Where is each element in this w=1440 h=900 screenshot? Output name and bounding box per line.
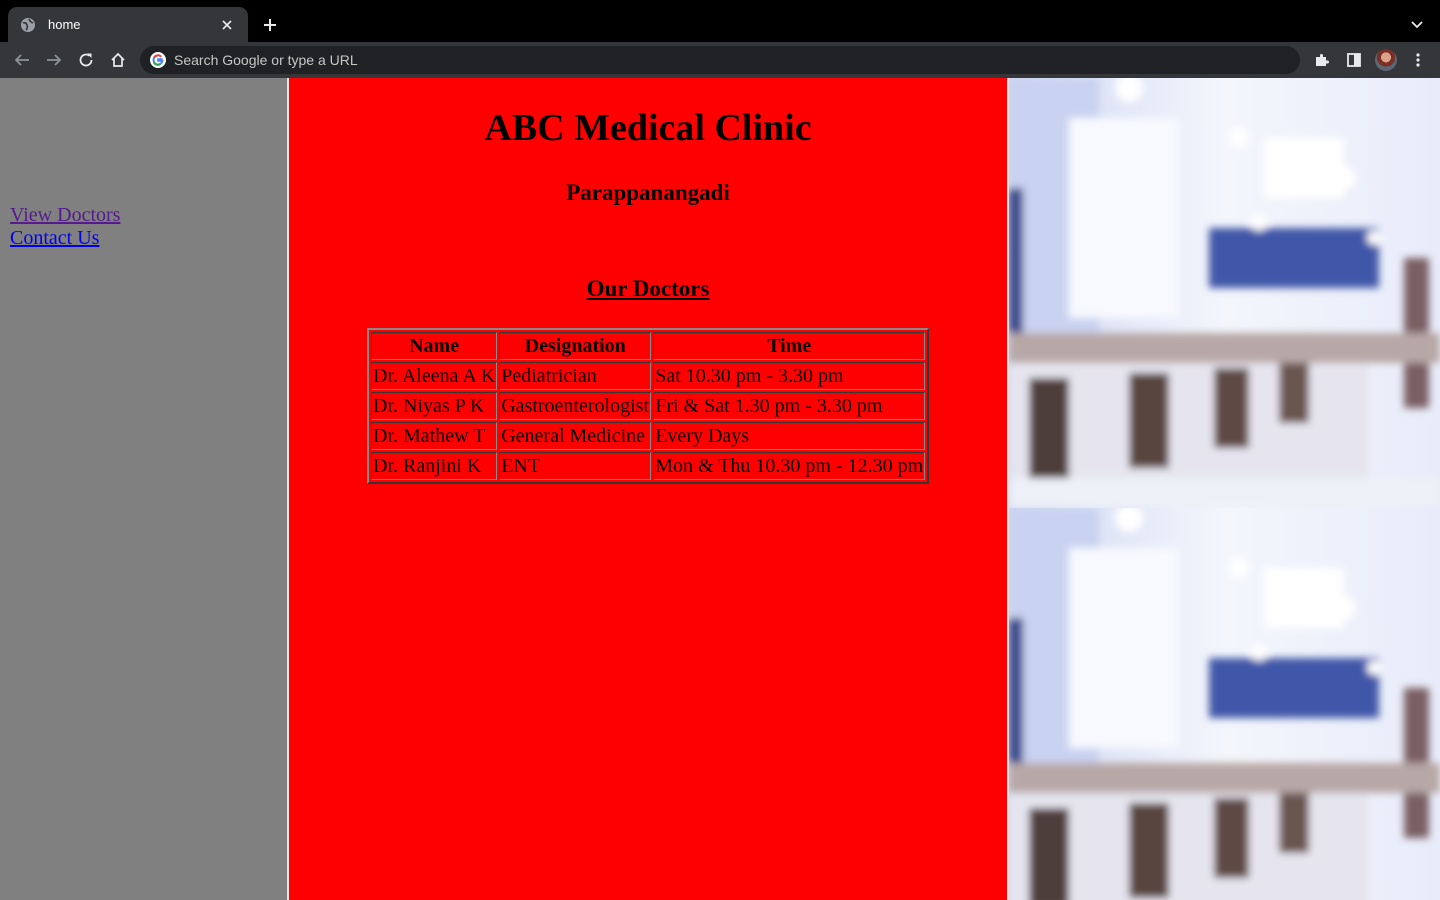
clinic-reception-image bbox=[1009, 78, 1440, 508]
close-icon[interactable] bbox=[218, 16, 236, 34]
side-panel-icon[interactable] bbox=[1342, 48, 1366, 72]
clinic-location: Parappanangadi bbox=[566, 180, 730, 205]
nav-links: View Doctors Contact Us bbox=[10, 204, 120, 250]
doctor-name: Dr. Niyas P K bbox=[371, 392, 498, 420]
tab-title: home bbox=[48, 17, 81, 32]
table-header-row: Name Designation Time bbox=[371, 332, 926, 360]
column-header-time: Time bbox=[653, 332, 926, 360]
doctor-designation: ENT bbox=[499, 452, 652, 480]
table-row: Dr. Ranjini K ENT Mon & Thu 10.30 pm - 1… bbox=[371, 452, 926, 480]
google-icon bbox=[150, 52, 166, 68]
back-arrow-icon[interactable] bbox=[10, 48, 34, 72]
doctor-time: Fri & Sat 1.30 pm - 3.30 pm bbox=[653, 392, 926, 420]
clinic-reception-image bbox=[1009, 508, 1440, 900]
doctor-designation: Gastroenterologist bbox=[499, 392, 652, 420]
column-header-name: Name bbox=[371, 332, 498, 360]
table-row: Dr. Mathew T General Medicine Every Days bbox=[371, 422, 926, 450]
doctor-name: Dr. Mathew T bbox=[371, 422, 498, 450]
globe-icon bbox=[20, 17, 36, 33]
page-title: ABC Medical Clinic bbox=[484, 107, 812, 149]
doctor-name: Dr. Aleena A K bbox=[371, 362, 498, 390]
doctor-time: Mon & Thu 10.30 pm - 12.30 pm bbox=[653, 452, 926, 480]
browser-tab[interactable]: home bbox=[8, 7, 248, 42]
table-row: Dr. Niyas P K Gastroenterologist Fri & S… bbox=[371, 392, 926, 420]
home-icon[interactable] bbox=[106, 48, 130, 72]
page-viewport: View Doctors Contact Us ABC Medical Clin… bbox=[0, 78, 1440, 900]
table-row: Dr. Aleena A K Pediatrician Sat 10.30 pm… bbox=[371, 362, 926, 390]
forward-arrow-icon[interactable] bbox=[42, 48, 66, 72]
chevron-down-icon[interactable] bbox=[1406, 14, 1428, 36]
image-frame bbox=[1009, 78, 1440, 900]
doctor-name: Dr. Ranjini K bbox=[371, 452, 498, 480]
section-heading: Our Doctors bbox=[586, 276, 710, 301]
column-header-designation: Designation bbox=[499, 332, 652, 360]
content-frame: ABC Medical Clinic Parappanangadi Our Do… bbox=[289, 78, 1007, 900]
new-tab-button[interactable] bbox=[259, 14, 281, 36]
profile-avatar[interactable] bbox=[1375, 49, 1397, 71]
view-doctors-link[interactable]: View Doctors bbox=[10, 204, 120, 227]
doctor-designation: General Medicine bbox=[499, 422, 652, 450]
doctor-time: Every Days bbox=[653, 422, 926, 450]
doctor-time: Sat 10.30 pm - 3.30 pm bbox=[653, 362, 926, 390]
reload-icon[interactable] bbox=[74, 48, 98, 72]
address-bar[interactable]: Search Google or type a URL bbox=[140, 46, 1300, 74]
kebab-menu-icon[interactable] bbox=[1406, 48, 1430, 72]
tab-bar: home bbox=[0, 0, 1440, 42]
doctor-designation: Pediatrician bbox=[499, 362, 652, 390]
address-bar-placeholder: Search Google or type a URL bbox=[174, 52, 358, 68]
puzzle-icon[interactable] bbox=[1310, 48, 1334, 72]
doctors-table: Name Designation Time Dr. Aleena A K Ped… bbox=[367, 328, 930, 484]
browser-toolbar: Search Google or type a URL bbox=[0, 42, 1440, 78]
contact-us-link[interactable]: Contact Us bbox=[10, 227, 120, 250]
navigation-frame: View Doctors Contact Us bbox=[0, 78, 287, 900]
